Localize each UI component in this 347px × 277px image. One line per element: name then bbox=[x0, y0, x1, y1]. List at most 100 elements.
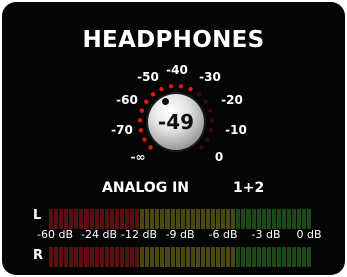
meter-segment bbox=[200, 247, 205, 267]
volume-led bbox=[137, 118, 143, 123]
meter-segment bbox=[271, 247, 276, 267]
meter-segment bbox=[276, 247, 281, 267]
meter-segment bbox=[94, 247, 99, 267]
meter-segment bbox=[155, 209, 160, 229]
meter-segment bbox=[307, 247, 312, 267]
meter-segment bbox=[54, 247, 59, 267]
meter-segment bbox=[251, 209, 256, 229]
meter-segment bbox=[246, 209, 251, 229]
meter-segment bbox=[94, 209, 99, 229]
meter-segment bbox=[124, 209, 129, 229]
meter-segment bbox=[140, 247, 145, 267]
meter-scale-label: -60 dB bbox=[37, 228, 73, 241]
meter-segment bbox=[231, 247, 236, 267]
meter-segment bbox=[135, 247, 140, 267]
meter-segment bbox=[286, 247, 291, 267]
meter-segment bbox=[231, 209, 236, 229]
meter-segment bbox=[180, 209, 185, 229]
meter-segment bbox=[114, 247, 119, 267]
meter-segment bbox=[221, 209, 226, 229]
meter-segment bbox=[150, 209, 155, 229]
meter-segment bbox=[54, 209, 59, 229]
knob-scale-label: -∞ bbox=[130, 150, 146, 164]
meter-segment bbox=[175, 209, 180, 229]
meter-scale-label: -9 dB bbox=[165, 228, 195, 241]
volume-led bbox=[188, 86, 193, 92]
meter-segment bbox=[84, 209, 89, 229]
meter-segment bbox=[281, 209, 286, 229]
meter-scale-label: 0 dB bbox=[296, 228, 322, 241]
meter-scale-label: -24 dB bbox=[81, 228, 117, 241]
meter-segment bbox=[302, 209, 307, 229]
meter-segment bbox=[64, 209, 69, 229]
meter-scale-label: -6 dB bbox=[208, 228, 238, 241]
meter-segment bbox=[89, 209, 94, 229]
meter-segment bbox=[211, 209, 216, 229]
meter-segment bbox=[59, 209, 64, 229]
meter-segment bbox=[150, 247, 155, 267]
meter-segment bbox=[140, 209, 145, 229]
source-label: ANALOG IN bbox=[102, 180, 190, 196]
meter-segment bbox=[261, 247, 266, 267]
meter-segment bbox=[221, 247, 226, 267]
meter-segment bbox=[89, 247, 94, 267]
meter-segment bbox=[175, 247, 180, 267]
meter-segment bbox=[145, 247, 150, 267]
volume-led bbox=[203, 99, 208, 104]
meter-segment bbox=[109, 209, 114, 229]
meter-segment bbox=[236, 247, 241, 267]
meter-segment bbox=[130, 209, 135, 229]
knob-scale-label: -60 bbox=[116, 93, 138, 107]
meter-segment bbox=[256, 209, 261, 229]
volume-led bbox=[138, 128, 144, 133]
meter-segment bbox=[180, 247, 185, 267]
knob-scale-label: -40 bbox=[166, 63, 188, 77]
meter-segment bbox=[286, 209, 291, 229]
meter-segment bbox=[145, 209, 150, 229]
volume-led bbox=[139, 108, 145, 113]
left-channel-label: L bbox=[33, 208, 42, 223]
meter-segment bbox=[226, 209, 231, 229]
meter-segment bbox=[59, 247, 64, 267]
meter-segment bbox=[185, 209, 190, 229]
meter-segment bbox=[276, 209, 281, 229]
meter-segment bbox=[130, 247, 135, 267]
meter-segment bbox=[195, 209, 200, 229]
meter-segment bbox=[185, 247, 190, 267]
meter-segment bbox=[104, 209, 109, 229]
meter-segment bbox=[170, 209, 175, 229]
meter-segment bbox=[119, 247, 124, 267]
meter-segment bbox=[190, 209, 195, 229]
volume-led bbox=[142, 137, 147, 142]
meter-segment bbox=[205, 247, 210, 267]
meter-segment bbox=[79, 209, 84, 229]
meter-segment bbox=[190, 247, 195, 267]
knob-scale-label: -30 bbox=[199, 70, 221, 84]
meter-segment bbox=[205, 209, 210, 229]
meter-segment bbox=[49, 247, 54, 267]
left-level-meter bbox=[49, 209, 312, 229]
knob-scale-label: 0 bbox=[214, 150, 224, 164]
meter-segment bbox=[211, 247, 216, 267]
meter-segment bbox=[119, 209, 124, 229]
meter-segment bbox=[261, 209, 266, 229]
meter-segment bbox=[74, 247, 79, 267]
meter-segment bbox=[292, 247, 297, 267]
meter-segment bbox=[135, 209, 140, 229]
meter-segment bbox=[246, 247, 251, 267]
meter-segment bbox=[256, 247, 261, 267]
meter-segment bbox=[251, 247, 256, 267]
meter-segment bbox=[99, 209, 104, 229]
meter-segment bbox=[160, 247, 165, 267]
meter-segment bbox=[297, 209, 302, 229]
meter-segment bbox=[281, 247, 286, 267]
meter-segment bbox=[302, 247, 307, 267]
meter-segment bbox=[266, 247, 271, 267]
knob-scale-label: -20 bbox=[221, 93, 243, 107]
knob-scale-label: -10 bbox=[225, 123, 247, 137]
meter-segment bbox=[165, 247, 170, 267]
meter-scale: -60 dB -24 dB -12 dB -9 dB -6 dB -3 dB 0… bbox=[0, 228, 347, 242]
meter-scale-label: -12 dB bbox=[121, 228, 157, 241]
volume-knob[interactable]: -49 bbox=[148, 94, 204, 150]
meter-segment bbox=[79, 247, 84, 267]
